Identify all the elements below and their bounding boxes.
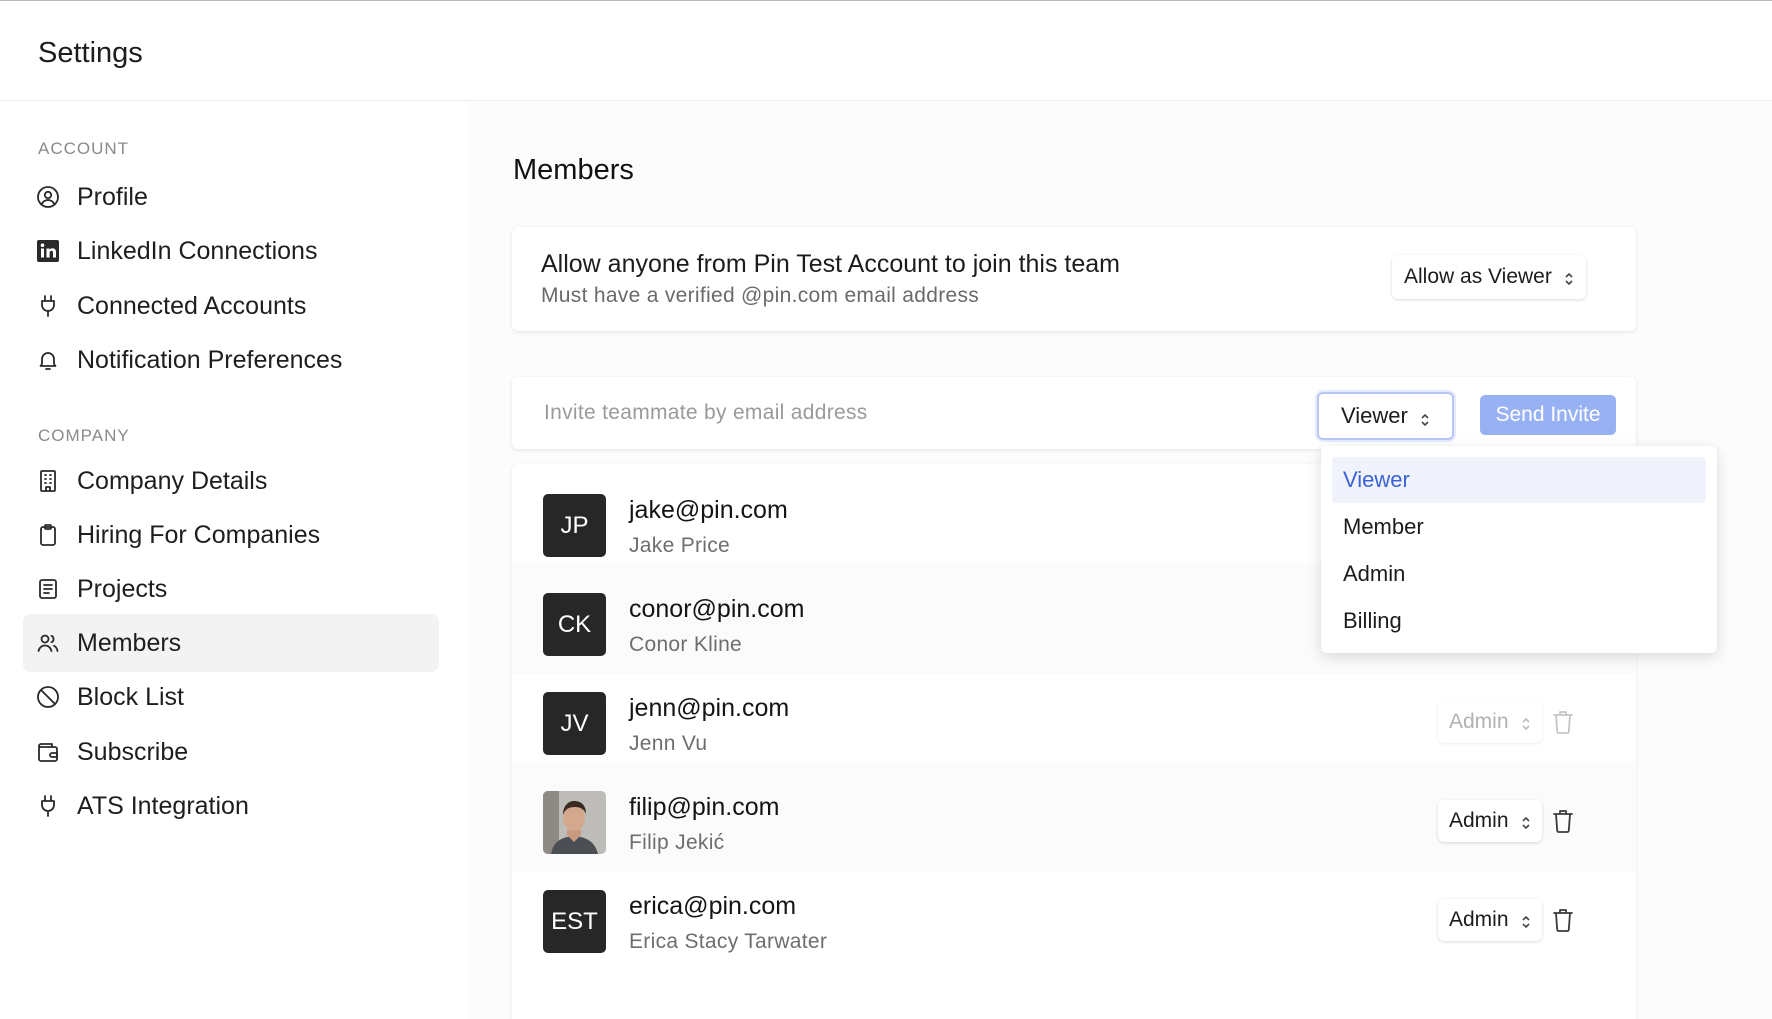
person-photo-icon	[543, 791, 606, 854]
chevron-up-down-icon	[1521, 813, 1531, 830]
sidebar-item-connected-accounts[interactable]: Connected Accounts	[23, 277, 439, 335]
member-role-value: Admin	[1449, 710, 1509, 733]
sidebar-item-label: Members	[77, 628, 182, 657]
sidebar-item-projects[interactable]: Projects	[23, 560, 439, 618]
plug-icon	[35, 793, 61, 819]
invite-role-value: Viewer	[1341, 403, 1408, 428]
sidebar-item-linkedin-connections[interactable]: LinkedIn Connections	[23, 222, 439, 280]
sidebar-item-label: ATS Integration	[77, 791, 249, 820]
role-option-billing[interactable]: Billing	[1332, 598, 1706, 644]
sidebar-item-label: Subscribe	[77, 737, 189, 766]
chevron-up-down-icon	[1420, 408, 1430, 427]
sidebar-item-label: Company Details	[77, 466, 268, 495]
member-row: filip@pin.com Filip Jekić Admin	[512, 761, 1636, 872]
sidebar-item-label: LinkedIn Connections	[77, 236, 318, 265]
member-name: Jake Price	[629, 534, 731, 557]
member-name: Conor Kline	[629, 633, 743, 656]
sidebar-item-notification-preferences[interactable]: Notification Preferences	[23, 331, 439, 389]
member-row: EST erica@pin.com Erica Stacy Tarwater A…	[512, 860, 1636, 971]
member-email: jenn@pin.com	[629, 694, 790, 722]
sidebar-item-ats-integration[interactable]: ATS Integration	[23, 777, 439, 835]
sidebar-item-members[interactable]: Members	[23, 614, 439, 672]
wallet-icon	[35, 739, 61, 765]
sidebar: ACCOUNT Profile LinkedIn Connections Con…	[0, 102, 468, 1019]
linkedin-icon	[35, 238, 61, 264]
member-name: Jenn Vu	[629, 732, 708, 755]
user-circle-icon	[35, 184, 61, 210]
member-email: filip@pin.com	[629, 793, 780, 821]
send-invite-button[interactable]: Send Invite	[1480, 395, 1616, 435]
role-option-member[interactable]: Member	[1332, 504, 1706, 550]
member-role-value: Admin	[1449, 908, 1509, 931]
chevron-up-down-icon	[1521, 714, 1531, 731]
sidebar-item-label: Notification Preferences	[77, 345, 343, 374]
chevron-up-down-icon	[1564, 269, 1574, 286]
users-icon	[35, 630, 61, 656]
sidebar-item-label: Hiring For Companies	[77, 520, 321, 549]
clipboard-icon	[35, 522, 61, 548]
document-icon	[35, 576, 61, 602]
allow-join-subtitle: Must have a verified @pin.com email addr…	[541, 284, 980, 307]
role-option-admin[interactable]: Admin	[1332, 551, 1706, 597]
sidebar-item-profile[interactable]: Profile	[23, 168, 439, 226]
allow-join-title: Allow anyone from Pin Test Account to jo…	[541, 250, 1121, 278]
role-dropdown-menu: Viewer Member Admin Billing	[1321, 446, 1717, 653]
chevron-up-down-icon	[1521, 912, 1531, 929]
avatar: JV	[543, 692, 606, 755]
invite-role-select[interactable]: Viewer	[1317, 392, 1454, 440]
sidebar-item-label: Projects	[77, 574, 168, 603]
member-role-select[interactable]: Admin	[1438, 899, 1542, 941]
trash-icon[interactable]	[1552, 710, 1576, 736]
bell-icon	[35, 347, 61, 373]
member-role-select[interactable]: Admin	[1438, 800, 1542, 842]
building-icon	[35, 468, 61, 494]
sidebar-item-hiring-for-companies[interactable]: Hiring For Companies	[23, 506, 439, 564]
avatar: EST	[543, 890, 606, 953]
section-label-account: ACCOUNT	[38, 139, 130, 158]
sidebar-item-label: Connected Accounts	[77, 291, 307, 320]
member-email: conor@pin.com	[629, 595, 805, 623]
member-row: JV jenn@pin.com Jenn Vu Admin	[512, 662, 1636, 773]
members-heading: Members	[513, 154, 634, 186]
trash-icon[interactable]	[1552, 809, 1576, 835]
member-role-value: Admin	[1449, 809, 1509, 832]
allow-as-select[interactable]: Allow as Viewer	[1392, 255, 1586, 299]
sidebar-item-subscribe[interactable]: Subscribe	[23, 723, 439, 781]
plug-icon	[35, 293, 61, 319]
avatar: JP	[543, 494, 606, 557]
avatar-photo	[543, 791, 606, 854]
section-label-company: COMPANY	[38, 426, 130, 445]
block-icon	[35, 684, 61, 710]
avatar: CK	[543, 593, 606, 656]
sidebar-item-company-details[interactable]: Company Details	[23, 452, 439, 510]
allow-join-card: Allow anyone from Pin Test Account to jo…	[512, 227, 1636, 331]
trash-icon[interactable]	[1552, 908, 1576, 934]
role-option-viewer[interactable]: Viewer	[1332, 457, 1706, 503]
member-email: erica@pin.com	[629, 892, 797, 920]
allow-as-select-value: Allow as Viewer	[1404, 265, 1552, 288]
member-role-select[interactable]: Admin	[1438, 701, 1542, 743]
member-name: Filip Jekić	[629, 831, 725, 854]
sidebar-item-label: Block List	[77, 682, 184, 711]
invite-card: Viewer Send Invite	[512, 377, 1636, 449]
page-title: Settings	[38, 37, 143, 69]
member-email: jake@pin.com	[629, 496, 788, 524]
sidebar-item-label: Profile	[77, 182, 148, 211]
member-name: Erica Stacy Tarwater	[629, 930, 828, 953]
sidebar-item-block-list[interactable]: Block List	[23, 668, 439, 726]
invite-email-input[interactable]	[522, 387, 1302, 439]
app-header: Settings	[0, 1, 1772, 101]
